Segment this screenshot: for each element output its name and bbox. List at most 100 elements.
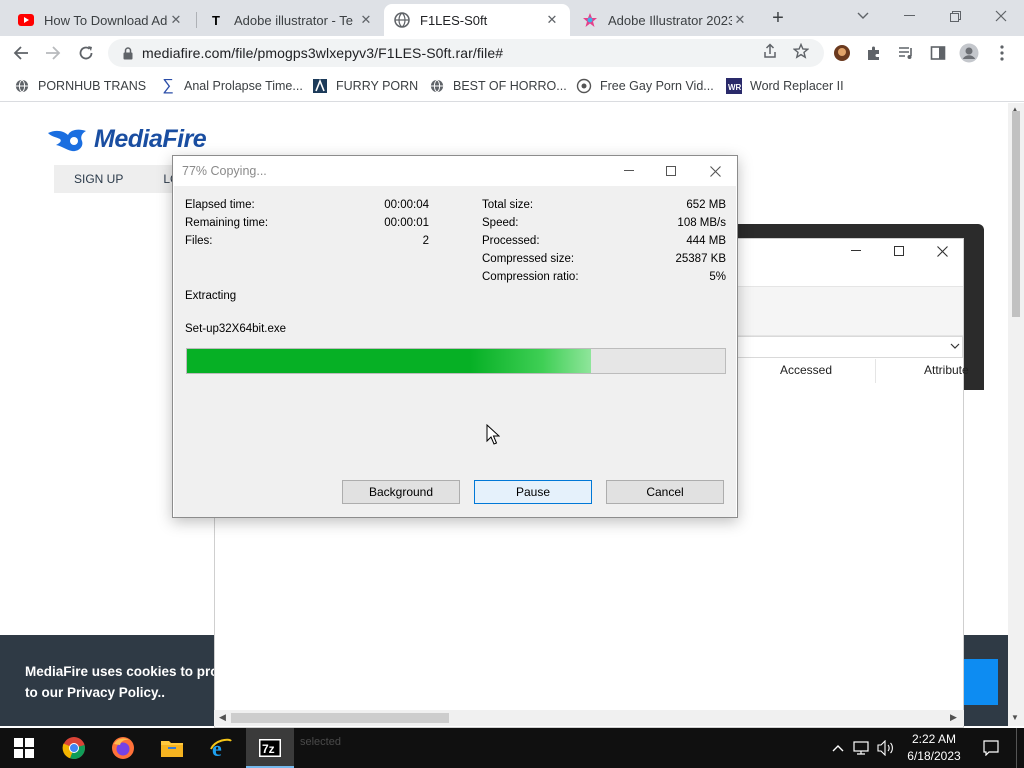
- tab-how-to-download[interactable]: How To Download Adobe ✕: [8, 4, 194, 36]
- windows-taskbar: e 7z selected 2:22 AM 6/18/2023: [0, 728, 1024, 768]
- bookmarks-bar: PORNHUB TRANS ∑ Anal Prolapse Time... FU…: [0, 70, 1024, 102]
- notifications-icon[interactable]: [978, 728, 1004, 768]
- scrollbar-thumb[interactable]: [1012, 111, 1020, 317]
- elapsed-time-value: 00:00:04: [384, 199, 429, 211]
- maximize-icon[interactable]: [878, 239, 920, 263]
- scrollbar-thumb[interactable]: [231, 713, 449, 723]
- background-button[interactable]: Background: [342, 480, 460, 504]
- mediafire-logo[interactable]: MediaFire: [46, 125, 207, 154]
- minimize-icon[interactable]: [886, 0, 932, 32]
- bookmark-label: Anal Prolapse Time...: [184, 79, 303, 93]
- minimize-icon[interactable]: [835, 239, 877, 263]
- tab-adobe-illustrator-te[interactable]: T Adobe illustrator - Te ✕: [198, 4, 384, 36]
- new-tab-button[interactable]: +: [766, 6, 790, 30]
- reload-icon[interactable]: [73, 40, 99, 66]
- lock-icon[interactable]: [114, 46, 142, 60]
- tab-title: How To Download Adobe: [44, 12, 168, 28]
- progress-bar-fill: [187, 349, 591, 373]
- cookie-text-line: to our Privacy Policy..: [25, 685, 166, 700]
- back-arrow-icon[interactable]: [8, 40, 34, 66]
- extensions-puzzle-icon[interactable]: [862, 41, 886, 65]
- close-icon[interactable]: ✕: [358, 12, 374, 28]
- files-label: Files:: [185, 235, 213, 247]
- chrome-icon[interactable]: [50, 728, 98, 768]
- show-hidden-icons-chevron-icon[interactable]: [828, 728, 848, 768]
- sign-up-link[interactable]: SIGN UP: [54, 172, 143, 186]
- operation-label: Extracting: [185, 290, 237, 302]
- restore-icon[interactable]: [932, 0, 978, 32]
- scroll-left-arrow-icon[interactable]: ◀: [219, 712, 226, 723]
- chrome-menu-icon[interactable]: [990, 41, 1014, 65]
- explorer-horizontal-scrollbar[interactable]: ◀ ▶: [214, 710, 964, 726]
- internet-explorer-icon[interactable]: e: [197, 728, 245, 768]
- close-icon[interactable]: [695, 159, 735, 183]
- elapsed-time-label: Elapsed time:: [185, 199, 255, 211]
- taskbar-status-text: selected: [300, 736, 341, 748]
- t-letter-icon: T: [212, 12, 220, 28]
- column-header-attributes[interactable]: Attribute: [924, 363, 969, 377]
- speed-value: 108 MB/s: [677, 217, 726, 229]
- explorer-address-dropdown[interactable]: [735, 336, 963, 358]
- bookmark-label: BEST OF HORRO...: [453, 79, 567, 93]
- close-icon[interactable]: ✕: [544, 12, 560, 28]
- globe-icon: [394, 12, 410, 28]
- bookmark-item[interactable]: ∑ Anal Prolapse Time...: [160, 76, 303, 96]
- close-icon[interactable]: ✕: [732, 12, 748, 28]
- tab-search-chevron-icon[interactable]: [840, 0, 886, 32]
- scroll-down-arrow-icon[interactable]: ▼: [1011, 713, 1019, 722]
- profile-extension-avatar-icon[interactable]: [830, 41, 854, 65]
- cancel-button[interactable]: Cancel: [606, 480, 724, 504]
- close-icon[interactable]: ✕: [168, 12, 184, 28]
- total-size-value: 652 MB: [686, 199, 726, 211]
- youtube-icon: [18, 12, 34, 28]
- bookmark-star-icon[interactable]: [790, 40, 812, 62]
- bookmark-label: FURRY PORN: [336, 79, 419, 93]
- forward-arrow-icon[interactable]: [40, 40, 66, 66]
- firefox-icon[interactable]: [99, 728, 147, 768]
- globe-icon: [14, 78, 30, 94]
- close-icon[interactable]: [921, 239, 963, 263]
- 7zip-icon[interactable]: 7z: [246, 728, 294, 768]
- pause-button[interactable]: Pause: [474, 480, 592, 504]
- speed-label: Speed:: [482, 217, 519, 229]
- total-size-label: Total size:: [482, 199, 534, 211]
- bookmark-item[interactable]: WR Word Replacer II: [726, 76, 844, 96]
- windows-start-icon[interactable]: [0, 728, 48, 768]
- share-icon[interactable]: [759, 40, 781, 62]
- show-desktop-button[interactable]: [1016, 728, 1024, 768]
- svg-text:e: e: [212, 736, 222, 760]
- address-bar[interactable]: mediafire.com/file/pmogps3wlxepyv3/F1LES…: [108, 39, 824, 67]
- scroll-right-arrow-icon[interactable]: ▶: [950, 712, 957, 723]
- side-panel-icon[interactable]: [926, 41, 950, 65]
- profile-avatar-icon[interactable]: [957, 41, 981, 65]
- tab-adobe-illustrator-2023[interactable]: Adobe Illustrator 2023 ✕: [572, 4, 758, 36]
- column-header-accessed[interactable]: Accessed: [780, 363, 832, 377]
- dialog-titlebar[interactable]: 77% Copying...: [173, 156, 737, 186]
- mediafire-wordmark: MediaFire: [94, 125, 207, 153]
- tab-files-soft[interactable]: F1LES-S0ft ✕: [384, 4, 570, 36]
- media-queue-icon[interactable]: [894, 41, 918, 65]
- globe-icon: [429, 78, 445, 94]
- bookmark-item[interactable]: FURRY PORN: [312, 76, 418, 96]
- volume-icon[interactable]: [874, 728, 898, 768]
- minimize-icon[interactable]: [609, 159, 649, 183]
- cookie-text: MediaFire uses cookies to provid to our …: [25, 661, 238, 703]
- dialog-body: Elapsed time: 00:00:04 Remaining time: 0…: [174, 186, 736, 517]
- cookie-accept-button[interactable]: [960, 659, 998, 705]
- processed-value: 444 MB: [686, 235, 726, 247]
- network-icon[interactable]: [850, 728, 874, 768]
- remaining-time-label: Remaining time:: [185, 217, 269, 229]
- system-clock[interactable]: 2:22 AM 6/18/2023: [898, 731, 970, 765]
- clock-date: 6/18/2023: [907, 749, 961, 763]
- bookmark-item[interactable]: PORNHUB TRANS: [14, 76, 146, 96]
- bookmark-item[interactable]: BEST OF HORRO...: [429, 76, 567, 96]
- maximize-icon[interactable]: [651, 159, 691, 183]
- bookmark-item[interactable]: Free Gay Porn Vid...: [576, 76, 714, 96]
- svg-text:WR: WR: [728, 83, 742, 92]
- close-window-icon[interactable]: [978, 0, 1024, 32]
- url-text: mediafire.com/file/pmogps3wlxepyv3/F1LES…: [142, 45, 504, 61]
- page-vertical-scrollbar[interactable]: ▲ ▼: [1008, 103, 1024, 726]
- compressed-size-label: Compressed size:: [482, 253, 575, 265]
- compression-ratio-label: Compression ratio:: [482, 271, 579, 283]
- file-explorer-icon[interactable]: [148, 728, 196, 768]
